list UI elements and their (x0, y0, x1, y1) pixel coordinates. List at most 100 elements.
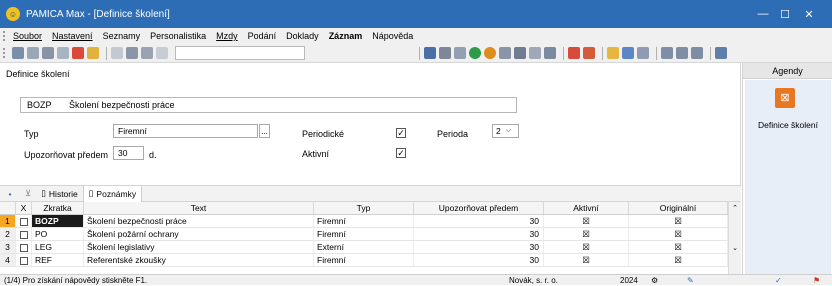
info-icon[interactable] (622, 47, 634, 59)
table-row[interactable]: 4 REF Referentské zkoušky Firemní 30 ☒ ☒ (0, 254, 741, 267)
menu-soubor[interactable]: Soubor (13, 31, 42, 41)
menu-napoveda[interactable]: Nápověda (372, 31, 413, 41)
window-title: PAMICA Max - [Definice školení] (26, 8, 170, 20)
col-header-x[interactable]: X (16, 202, 32, 214)
upozornovat-unit: d. (149, 150, 157, 160)
col-header-typ[interactable]: Typ (314, 202, 414, 214)
col-header-text[interactable]: Text (84, 202, 314, 214)
periodicke-checkbox[interactable]: ✓ (396, 128, 406, 138)
filter-icon[interactable] (424, 47, 436, 59)
calendar-icon[interactable] (514, 47, 526, 59)
close-button[interactable]: ✕ (786, 0, 832, 28)
copy-record-icon[interactable] (27, 47, 39, 59)
agendy-item-definice-skoleni[interactable]: Definice školení (745, 120, 831, 130)
settings-icon[interactable]: ⚙ (651, 275, 658, 286)
layout-3-icon[interactable] (691, 47, 703, 59)
toolbar-separator (602, 46, 603, 60)
report-icon[interactable] (72, 47, 84, 59)
col-header-upozornovat[interactable]: Upozorňovat předem (414, 202, 544, 214)
col-header-num (0, 202, 16, 214)
toolbar-separator (106, 46, 107, 60)
grid-scrollbar[interactable]: ⌃ ⌄ (728, 202, 741, 274)
tab-poznamky[interactable]: ▯ Poznámky (82, 185, 143, 202)
toolbar-separator (710, 46, 711, 60)
menu-personalistika[interactable]: Personalistika (150, 31, 206, 41)
cell-originalni: ☒ (629, 241, 728, 253)
col-header-aktivni[interactable]: Aktivní (544, 202, 629, 214)
periodicke-label: Periodické (302, 129, 345, 139)
new-record-icon[interactable] (12, 47, 24, 59)
menu-mzdy[interactable]: Mzdy (216, 31, 238, 41)
flag-orange-icon[interactable] (583, 47, 595, 59)
agendy-header: Agendy (743, 63, 832, 79)
row-checkbox[interactable] (16, 215, 32, 227)
paste-icon[interactable] (141, 47, 153, 59)
row-checkbox[interactable] (16, 254, 32, 266)
upozornovat-input[interactable]: 30 (113, 146, 144, 160)
row-checkbox[interactable] (16, 241, 32, 253)
flag-red-icon[interactable] (568, 47, 580, 59)
cell-originalni: ☒ (629, 228, 728, 240)
menu-grip-icon (3, 31, 8, 41)
toolbar-separator (563, 46, 564, 60)
scroll-down-icon[interactable]: ⌄ (729, 244, 741, 252)
calculator-icon[interactable] (454, 47, 466, 59)
cut-icon[interactable] (111, 47, 123, 59)
layout-2-icon[interactable] (676, 47, 688, 59)
title-bar: ☺ PAMICA Max - [Definice školení] — ☐ ✕ (0, 0, 832, 28)
col-header-originalni[interactable]: Originální (629, 202, 728, 214)
cell-aktivni: ☒ (544, 254, 629, 266)
save-icon[interactable] (126, 47, 138, 59)
table-row[interactable]: 2 PO Školení požární ochrany Firemní 30 … (0, 228, 741, 241)
cell-originalni: ☒ (629, 215, 728, 227)
print-icon[interactable] (42, 47, 54, 59)
row-checkbox[interactable] (16, 228, 32, 240)
zoom-icon[interactable] (499, 47, 511, 59)
tabs-bar: • ⊻ ▯ Historie ▯ Poznámky (0, 185, 741, 202)
layout-1-icon[interactable] (661, 47, 673, 59)
document-icon[interactable] (529, 47, 541, 59)
sort-icon[interactable] (439, 47, 451, 59)
menu-podani[interactable]: Podání (248, 31, 277, 41)
export-icon[interactable] (87, 47, 99, 59)
cell-upozornovat: 30 (414, 215, 544, 227)
play-orange-icon[interactable] (484, 47, 496, 59)
folder-icon[interactable] (607, 47, 619, 59)
data-grid: X Zkratka Text Typ Upozorňovat předem Ak… (0, 202, 741, 274)
typ-input[interactable]: Firemní (113, 124, 258, 138)
table-icon[interactable] (544, 47, 556, 59)
col-header-zkratka[interactable]: Zkratka (32, 202, 84, 214)
definice-skoleni-icon[interactable]: ⊠ (775, 88, 795, 108)
cell-text: Referentské zkoušky (84, 254, 314, 266)
app-window: ☺ PAMICA Max - [Definice školení] — ☐ ✕ … (0, 0, 832, 285)
delete-icon[interactable] (156, 47, 168, 59)
perioda-select[interactable]: 2 ⌵ (492, 124, 519, 138)
menu-zaznam[interactable]: Záznam (329, 31, 363, 41)
table-row[interactable]: 1 BOZP Školení bezpečnosti práce Firemní… (0, 215, 741, 228)
typ-value: Firemní (118, 126, 147, 136)
tab-historie[interactable]: ▯ Historie (36, 186, 83, 202)
search-combo[interactable] (175, 46, 305, 60)
menu-seznamy[interactable]: Seznamy (103, 31, 141, 41)
filter-icon[interactable]: ⊻ (20, 186, 36, 202)
play-green-icon[interactable] (469, 47, 481, 59)
row-number: 3 (0, 241, 16, 253)
menu-nastaveni[interactable]: Nastavení (52, 31, 93, 41)
help-icon[interactable] (715, 47, 727, 59)
table-row[interactable]: 3 LEG Školení legislativy Externí 30 ☒ ☒ (0, 241, 741, 254)
document-icon: ▯ (88, 188, 94, 198)
grid-icon[interactable] (637, 47, 649, 59)
aktivni-checkbox[interactable]: ✓ (396, 148, 406, 158)
scroll-up-icon[interactable]: ⌃ (729, 204, 741, 212)
row-number: 1 (0, 215, 16, 227)
cell-upozornovat: 30 (414, 228, 544, 240)
typ-ellipsis-button[interactable]: ... (259, 124, 270, 138)
agendy-list: ⊠ Definice školení (745, 80, 831, 274)
preview-icon[interactable] (57, 47, 69, 59)
name-field[interactable]: BOZP Školení bezpečnosti práce (20, 97, 517, 113)
tab-dot[interactable]: • (0, 186, 20, 202)
edit-icon[interactable]: ✎ (687, 275, 694, 286)
menu-doklady[interactable]: Doklady (286, 31, 319, 41)
check-icon[interactable]: ✓ (775, 275, 782, 286)
flag-icon[interactable]: ⚑ (813, 275, 820, 286)
